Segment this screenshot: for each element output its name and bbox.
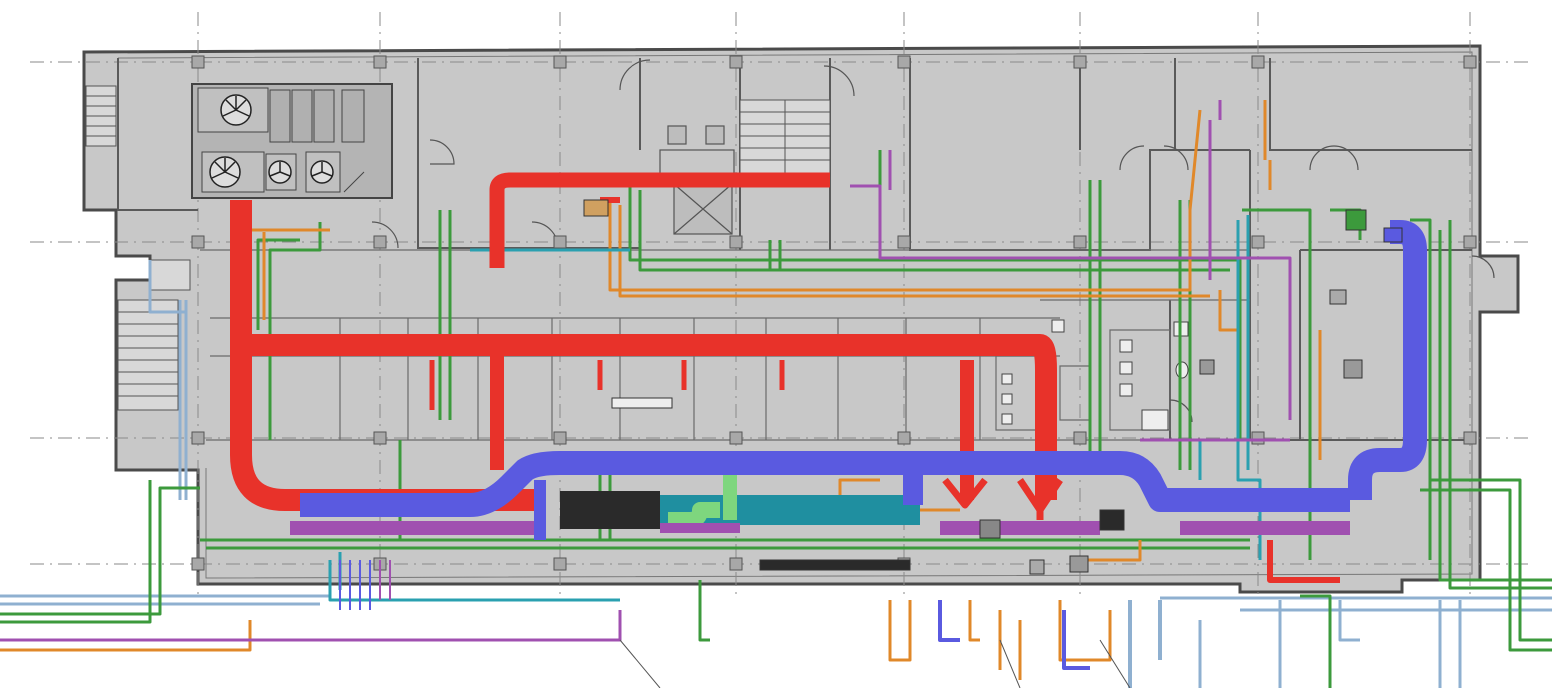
leader-lines <box>619 639 1131 688</box>
mep-floor-plan <box>0 12 1552 688</box>
